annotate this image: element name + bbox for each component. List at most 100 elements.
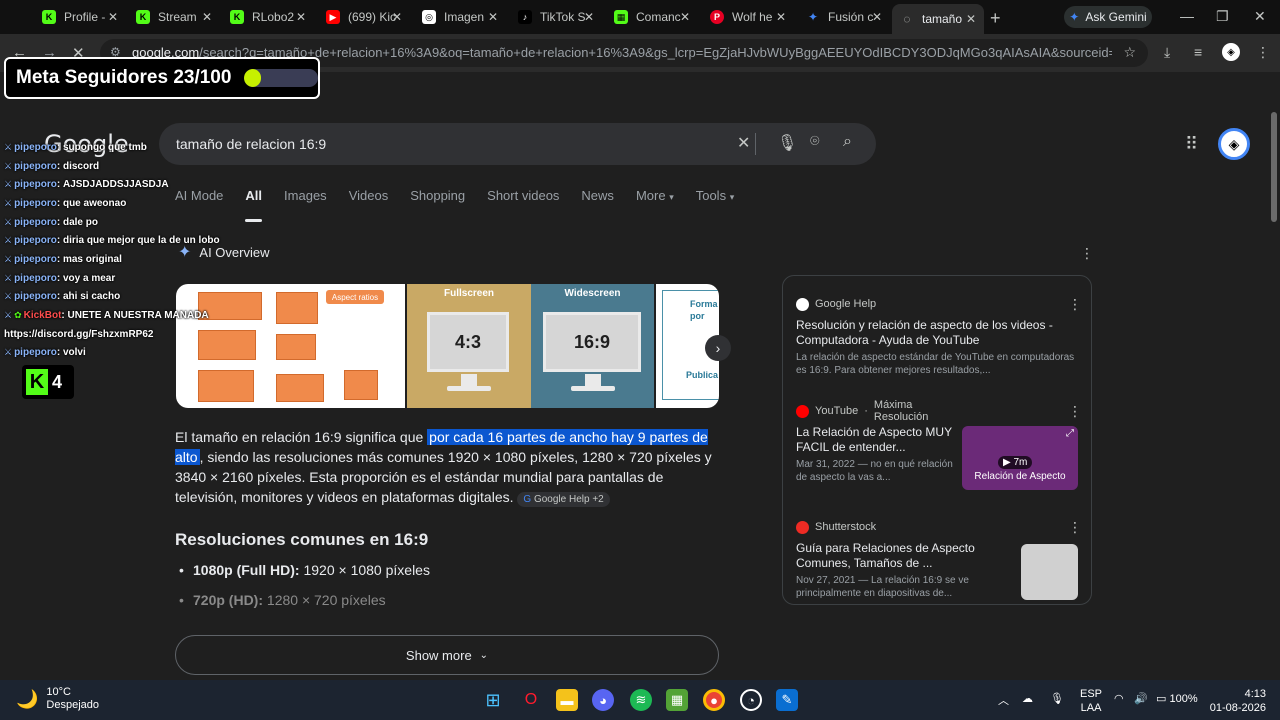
tab-tiktok[interactable]: ♪ TikTok S ✕ (510, 4, 602, 30)
close-icon[interactable]: ✕ (776, 10, 786, 24)
chip-label: Google Help +2 (533, 494, 604, 505)
more-options-icon[interactable]: ⋮ (1068, 403, 1082, 420)
stream-chat-overlay: ⚔ pipeporo: supongo que tmb ⚔ pipeporo: di… (4, 138, 234, 362)
new-tab-button[interactable]: + (990, 8, 1001, 29)
system-clock[interactable]: 4:13 01-08-2026 (1206, 687, 1266, 715)
search-icon[interactable]: ⌕ (843, 133, 852, 151)
more-options-icon[interactable]: ⋮ (1068, 519, 1082, 536)
article-thumbnail[interactable] (1021, 544, 1078, 600)
tab-tools[interactable]: Tools ▾ (696, 188, 735, 212)
apps-grid-icon[interactable]: ⠿ (1185, 134, 1198, 155)
bookmark-star-icon[interactable]: ☆ (1123, 44, 1136, 61)
close-icon[interactable]: ✕ (392, 10, 402, 24)
close-icon[interactable]: ✕ (872, 10, 882, 24)
close-icon[interactable]: ✕ (296, 10, 306, 24)
discord-icon[interactable]: ◕ (592, 689, 614, 711)
close-icon[interactable]: ✕ (202, 10, 212, 24)
tab-all[interactable]: All (245, 188, 262, 222)
ask-gemini-button[interactable]: ✦ Ask Gemini (1064, 6, 1152, 28)
close-icon[interactable]: ✕ (584, 10, 594, 24)
close-icon[interactable]: ✕ (680, 10, 690, 24)
source-card[interactable]: Shutterstock Guía para Relaciones de Asp… (796, 519, 976, 600)
source-chip[interactable]: G Google Help +2 (517, 492, 610, 507)
chrome-icon[interactable]: ● (703, 689, 725, 711)
chat-message: ⚔ pipeporo: que aweonao (4, 197, 127, 209)
menu-icon[interactable]: ⋮ (1256, 44, 1270, 61)
media-control-icon[interactable]: ≡ (1194, 44, 1202, 60)
minecraft-icon[interactable]: ▦ (666, 689, 688, 711)
tab-rlobo[interactable]: K RLobo2 ✕ (222, 4, 314, 30)
ai-overview-more-icon[interactable]: ⋮ (1080, 245, 1094, 262)
microphone-icon[interactable]: 🎙 (777, 133, 797, 153)
microphone-icon[interactable]: 🎙 (1050, 692, 1064, 705)
profile-avatar[interactable]: ◈ (1222, 43, 1240, 61)
creeper-icon: ▦ (614, 10, 628, 24)
weather-widget[interactable]: 🌙 10°C Despejado (16, 686, 99, 712)
ask-gemini-label: Ask Gemini (1085, 10, 1147, 24)
tab-videos[interactable]: Videos (349, 188, 389, 212)
onedrive-icon[interactable]: ☁ (1022, 692, 1033, 705)
tray-expand-icon[interactable]: ︿ (998, 692, 1009, 708)
chevron-down-icon: ⌄ (479, 649, 489, 661)
show-more-label: Show more (405, 647, 472, 663)
scrollbar-thumb[interactable] (1271, 112, 1277, 222)
obs-icon[interactable]: ◔ (740, 689, 762, 711)
tab-fusion[interactable]: ✦ Fusión c ✕ (798, 4, 890, 30)
close-icon[interactable]: ✕ (108, 10, 118, 24)
tab-news[interactable]: News (581, 188, 614, 212)
spotify-icon[interactable]: ≋ (630, 689, 652, 711)
chat-message: ⚔ pipeporo: discord (4, 160, 100, 172)
image-carousel: Aspect ratios Fullscreen 4:3 Widescreen … (176, 284, 719, 408)
windows-start-icon[interactable]: ⊞ (482, 689, 504, 711)
carousel-next-button[interactable]: › (705, 335, 731, 361)
source-card[interactable]: Google Help Resolución y relación de asp… (796, 296, 1086, 377)
source-card[interactable]: YouTube · Máxima Resolución La Relación … (796, 399, 956, 484)
expand-icon[interactable]: ⤢ (1066, 428, 1074, 439)
minimize-button[interactable]: — (1180, 8, 1194, 24)
opera-icon[interactable]: O (520, 689, 542, 711)
maximize-button[interactable]: ❐ (1216, 8, 1229, 25)
volume-icon[interactable]: 🔊 (1134, 692, 1148, 705)
widescreen-image[interactable]: Widescreen 16:9 (531, 284, 654, 408)
monitor-base (447, 386, 491, 391)
source-title[interactable]: Resolución y relación de aspecto de los … (796, 318, 1086, 348)
tab-youtube[interactable]: ▶ (699) Kic ✕ (318, 4, 410, 30)
weather-condition: Despejado (46, 699, 100, 711)
file-explorer-icon[interactable]: ▬ (556, 689, 578, 711)
tab-shopping[interactable]: Shopping (410, 188, 465, 212)
chevron-down-icon: ▾ (669, 192, 674, 202)
ratio-swatch (276, 292, 318, 324)
video-thumbnail[interactable]: ▶ 7m Relación de Aspecto ⤢ (962, 426, 1078, 490)
search-box[interactable]: tamaño de relacion 16:9 ✕ 🎙 ⌾ ⌕ (159, 123, 876, 165)
chat-username: pipeporo (14, 160, 57, 172)
close-icon[interactable]: ✕ (966, 12, 976, 26)
source-title[interactable]: La Relación de Aspecto MUY FACIL de ente… (796, 425, 956, 455)
tab-comandos[interactable]: ▦ Comanc ✕ (606, 4, 698, 30)
lens-icon[interactable]: ⌾ (810, 133, 820, 151)
page-scrollbar[interactable] (1268, 100, 1280, 680)
chat-message: ⚔ pipeporo: dale po (4, 216, 98, 228)
source-title[interactable]: Guía para Relaciones de Aspecto Comunes,… (796, 541, 976, 571)
tab-google-search[interactable]: ◌ tamaño ✕ (892, 4, 984, 34)
tab-short-videos[interactable]: Short videos (487, 188, 559, 212)
tab-images[interactable]: Images (284, 188, 327, 212)
tab-more[interactable]: More ▾ (636, 188, 674, 212)
download-icon[interactable]: ⤓ (1164, 44, 1170, 61)
close-window-button[interactable]: ✕ (1254, 8, 1266, 25)
account-avatar[interactable]: ◈ (1218, 128, 1250, 160)
show-more-button[interactable]: Show more ⌄ (175, 635, 719, 675)
language-indicator[interactable]: ESP LAA (1080, 687, 1102, 715)
tab-stream[interactable]: K Stream ✕ (128, 4, 220, 30)
close-icon[interactable]: ✕ (488, 10, 498, 24)
fullscreen-image[interactable]: Fullscreen 4:3 (407, 284, 531, 408)
tab-imagen[interactable]: ◎ Imagen ✕ (414, 4, 506, 30)
sword-badge-icon: ⚔ (4, 310, 13, 321)
battery-indicator[interactable]: ▭ 100% (1156, 692, 1198, 705)
kick-viewer-badge: K 4 (22, 365, 74, 399)
paint-icon[interactable]: ✎ (776, 689, 798, 711)
wifi-icon[interactable]: ◠ (1114, 692, 1124, 705)
tab-pinterest[interactable]: P Wolf he ✕ (702, 4, 794, 30)
clear-icon[interactable]: ✕ (737, 133, 750, 153)
tab-profile[interactable]: K Profile - ✕ (34, 4, 126, 30)
more-options-icon[interactable]: ⋮ (1068, 296, 1082, 313)
